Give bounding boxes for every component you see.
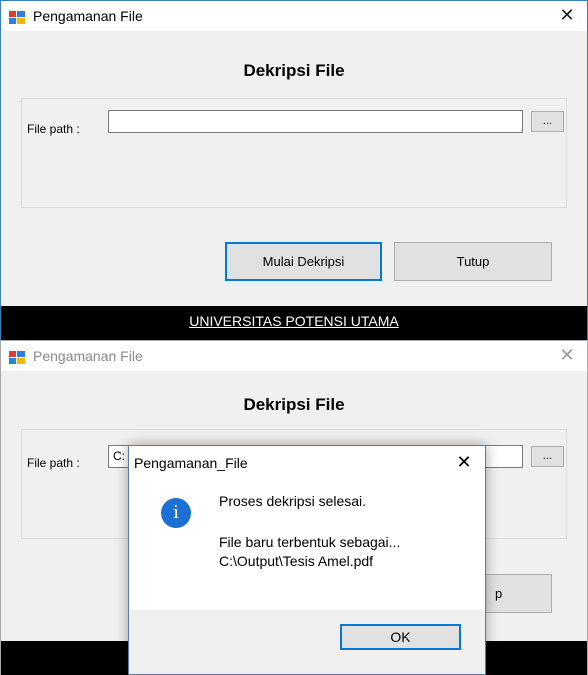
file-path-label: File path : [27, 122, 80, 136]
file-path-input[interactable] [108, 110, 523, 133]
message-line-3: C:\Output\Tesis Amel.pdf [219, 553, 374, 569]
browse-button[interactable]: ... [531, 446, 564, 467]
start-decrypt-button[interactable]: Mulai Dekripsi [225, 242, 382, 281]
dialog-title: Pengamanan_File [134, 455, 248, 471]
info-icon: i [161, 498, 191, 528]
message-dialog: Pengamanan_File ✕ i Proses dekripsi sele… [128, 445, 486, 675]
page-title: Dekripsi File [243, 395, 345, 414]
footer-bar: UNIVERSITAS POTENSI UTAMA [1, 306, 587, 340]
close-button[interactable]: Tutup [394, 242, 552, 281]
ok-button[interactable]: OK [340, 624, 461, 650]
university-link[interactable]: UNIVERSITAS POTENSI UTAMA [1, 313, 587, 329]
close-icon[interactable]: ✕ [547, 1, 587, 31]
window-title: Pengamanan File [33, 348, 143, 364]
title-bar: Pengamanan File ✕ [1, 1, 587, 31]
window-title: Pengamanan File [33, 8, 143, 24]
app-icon [9, 11, 25, 24]
message-line-1: Proses dekripsi selesai. [219, 493, 367, 509]
file-path-label: File path : [27, 456, 80, 470]
page-title: Dekripsi File [243, 61, 345, 80]
message-line-2: File baru terbentuk sebagai... [219, 534, 401, 550]
title-bar: Pengamanan File ✕ [1, 341, 587, 371]
file-groupbox: File path : ... [21, 98, 567, 208]
close-icon[interactable]: ✕ [449, 449, 479, 477]
app-icon [9, 351, 25, 364]
browse-button[interactable]: ... [531, 111, 564, 132]
close-icon[interactable]: ✕ [547, 341, 587, 371]
main-window: Pengamanan File ✕ Dekripsi File File pat… [0, 0, 588, 340]
